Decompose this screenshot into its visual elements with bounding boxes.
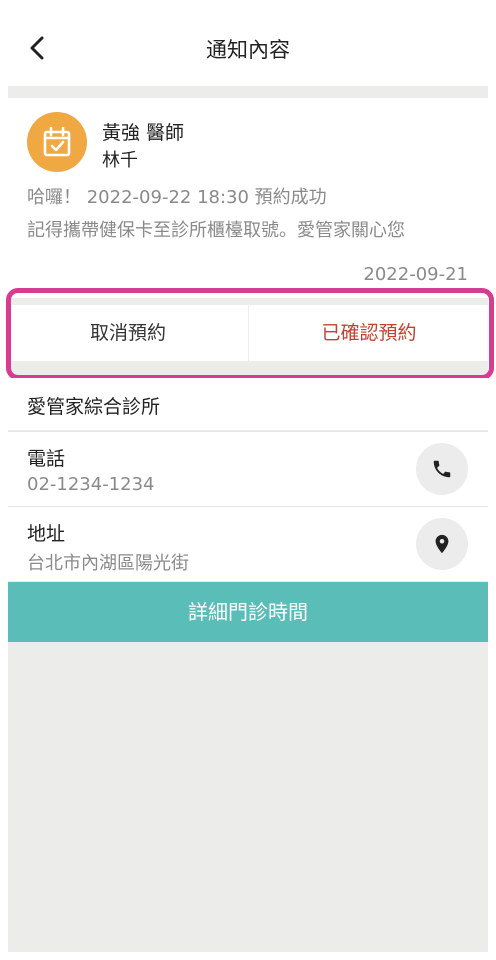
notification-message: 哈囉！ 2022-09-22 18:30 預約成功 bbox=[27, 183, 327, 209]
notification-reminder: 記得攜帶健保卡至診所櫃檯取號。愛管家關心您 bbox=[27, 220, 405, 241]
message-suffix: 預約成功 bbox=[254, 187, 327, 208]
appointment-datetime: 2022-09-22 18:30 bbox=[86, 187, 249, 208]
map-button[interactable] bbox=[416, 518, 468, 570]
appointment-actions: 取消預約 已確認預約 bbox=[8, 305, 488, 361]
notification-avatar bbox=[27, 112, 87, 172]
patient-name: 林千 bbox=[102, 150, 138, 171]
page-title: 通知內容 bbox=[206, 38, 290, 62]
cancel-appointment-button[interactable]: 取消預約 bbox=[8, 305, 248, 361]
clinic-name: 愛管家綜合診所 bbox=[27, 396, 161, 418]
calendar-check-icon bbox=[43, 127, 71, 157]
phone-icon bbox=[433, 460, 451, 478]
clinic-header: 愛管家綜合診所 bbox=[8, 378, 488, 430]
address-row: 地址 台北市內湖區陽光街 bbox=[8, 506, 488, 581]
call-button[interactable] bbox=[416, 443, 468, 495]
address-label: 地址 bbox=[27, 523, 66, 545]
address-value: 台北市內湖區陽光街 bbox=[27, 553, 189, 574]
phone-label: 電話 bbox=[27, 448, 66, 470]
notification-card: 黃強 醫師 林千 哈囉！ 2022-09-22 18:30 預約成功 記得攜帶健… bbox=[8, 98, 488, 298]
phone-value: 02-1234-1234 bbox=[27, 474, 155, 495]
phone-row: 電話 02-1234-1234 bbox=[8, 431, 488, 506]
clinic-hours-button[interactable]: 詳細門診時間 bbox=[8, 582, 488, 642]
message-prefix: 哈囉！ bbox=[27, 187, 81, 208]
top-bar: 通知內容 bbox=[0, 0, 496, 86]
notification-date: 2022-09-21 bbox=[363, 264, 468, 285]
confirmed-appointment-button[interactable]: 已確認預約 bbox=[248, 305, 489, 361]
map-pin-icon bbox=[435, 534, 449, 554]
doctor-name: 黃強 醫師 bbox=[102, 122, 185, 144]
